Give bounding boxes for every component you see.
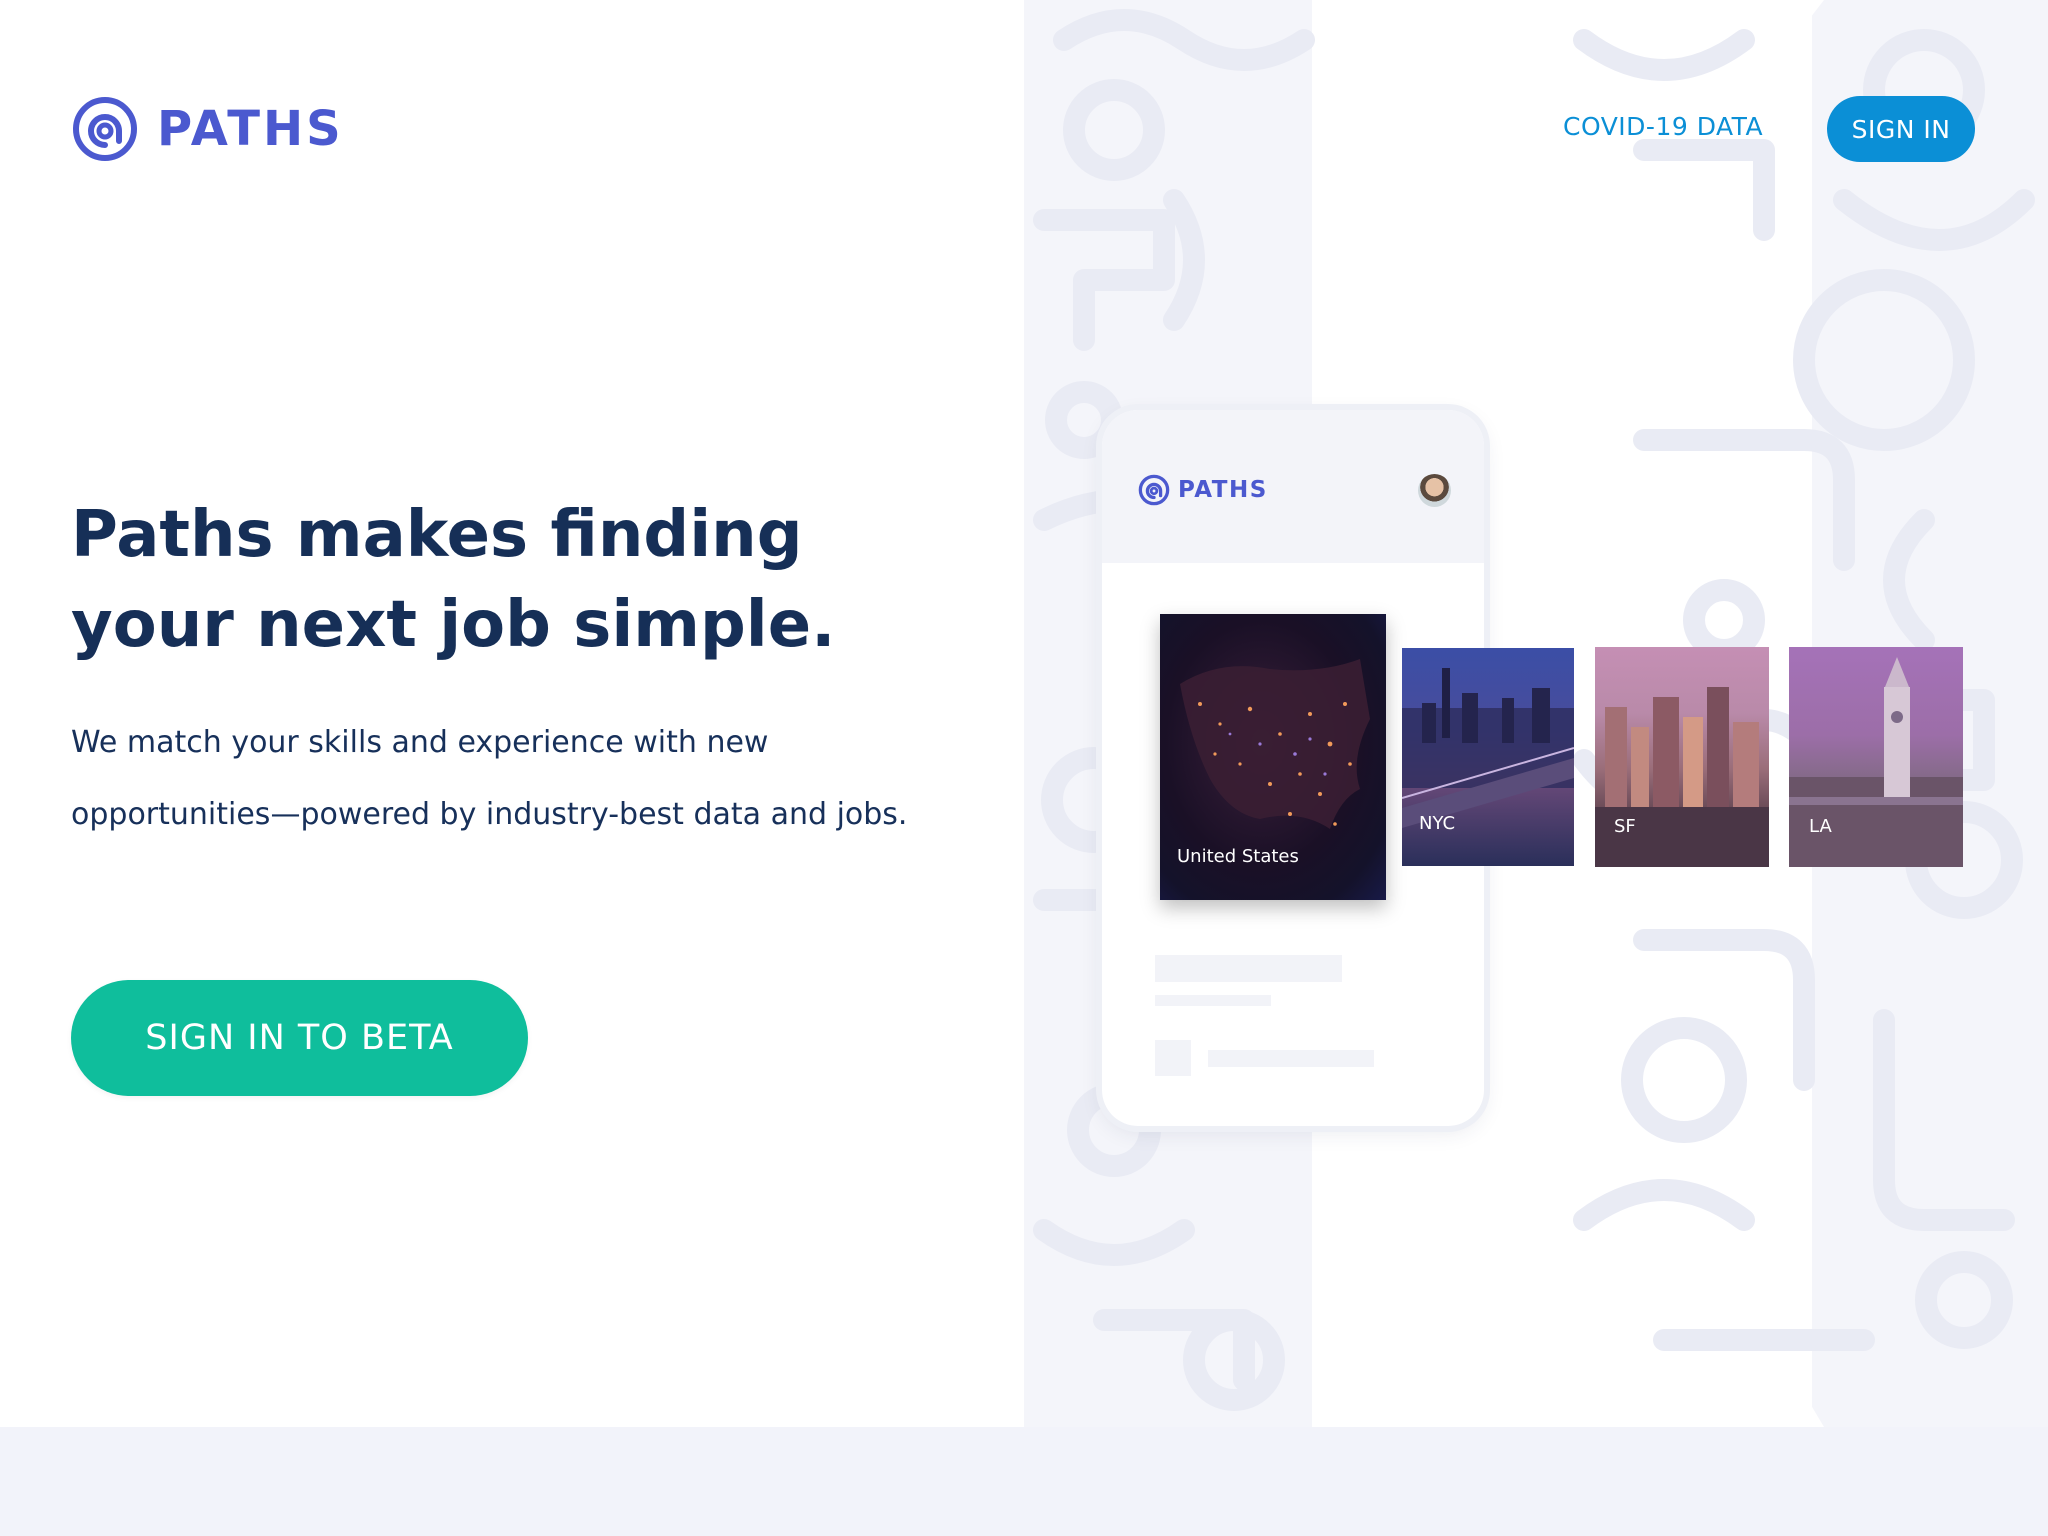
location-card-label: SF: [1614, 816, 1636, 837]
avatar: [1418, 474, 1451, 507]
covid-data-link[interactable]: COVID-19 DATA: [1563, 112, 1763, 141]
paths-logo-icon: [1138, 474, 1170, 506]
skeleton-line: [1208, 1050, 1374, 1067]
phone-brand-logo: PATHS: [1138, 474, 1268, 506]
location-card-united-states[interactable]: United States: [1160, 614, 1386, 900]
sign-in-to-beta-button[interactable]: SIGN IN TO BETA: [71, 980, 528, 1096]
phone-brand-wordmark: PATHS: [1178, 477, 1268, 503]
skeleton-thumb: [1155, 1040, 1191, 1076]
hero-title: Paths makes finding your next job simple…: [71, 498, 836, 662]
location-card-sf[interactable]: SF: [1595, 647, 1769, 867]
location-card-la[interactable]: LA: [1789, 647, 1963, 867]
brand-logo[interactable]: PATHS: [71, 95, 344, 163]
paths-logo-icon: [73, 97, 137, 161]
location-card-label: NYC: [1419, 813, 1456, 834]
hero-subtitle: We match your skills and experience with…: [71, 725, 908, 832]
brand-wordmark: PATHS: [157, 101, 344, 157]
sign-in-button[interactable]: SIGN IN: [1827, 96, 1975, 162]
footer-band: [0, 1427, 2048, 1536]
location-card-nyc[interactable]: NYC: [1402, 648, 1574, 866]
location-card-label: United States: [1177, 846, 1299, 867]
location-card-label: LA: [1809, 816, 1832, 837]
skeleton-line: [1155, 995, 1271, 1006]
skeleton-line: [1155, 955, 1342, 982]
